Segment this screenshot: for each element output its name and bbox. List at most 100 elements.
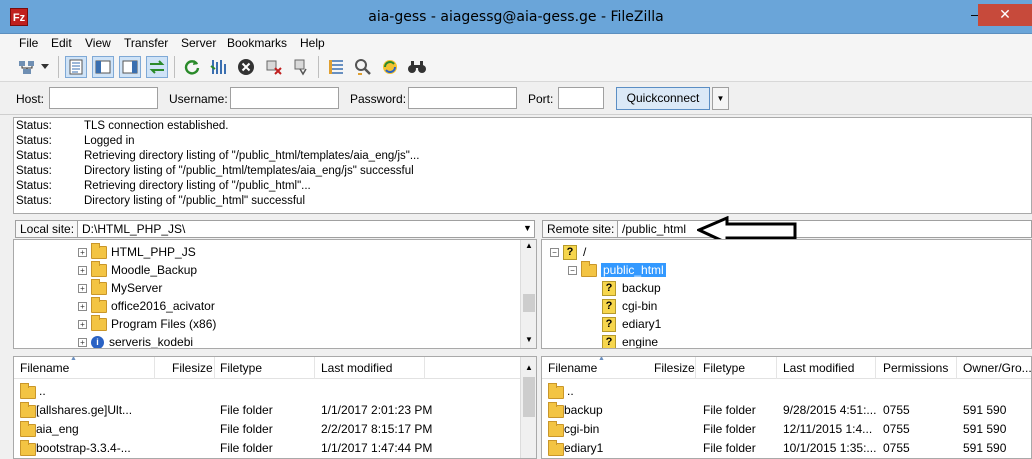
list-item[interactable]: .. xyxy=(542,382,1031,401)
col-permissions[interactable]: Permissions xyxy=(883,361,948,375)
list-item[interactable]: aia_eng File folder 2/2/2017 8:15:17 PM xyxy=(14,420,536,439)
toolbar xyxy=(0,52,1032,82)
quickconnect-button[interactable]: Quickconnect xyxy=(616,87,710,110)
log-status: Status: xyxy=(16,135,52,147)
scroll-thumb[interactable] xyxy=(523,377,535,417)
expand-icon[interactable]: + xyxy=(78,247,87,257)
tree-item[interactable]: ? ediary1 xyxy=(602,315,661,333)
menu-file[interactable]: File xyxy=(19,36,38,50)
directory-filter-icon[interactable] xyxy=(325,56,347,78)
col-last-modified[interactable]: Last modified xyxy=(321,361,392,375)
tree-item[interactable]: + Program Files (x86) xyxy=(78,314,216,333)
sync-browsing-icon[interactable] xyxy=(352,56,374,78)
unknown-folder-icon: ? xyxy=(602,334,616,348)
password-input[interactable] xyxy=(408,87,517,109)
local-path-dropdown-icon[interactable]: ▼ xyxy=(523,223,532,233)
remote-directory-tree[interactable]: −? / − public_html ? backup ? cgi-bin ? ediar… xyxy=(541,239,1032,349)
remote-file-list[interactable]: Filename ▲ Filesize Filetype Last modifi… xyxy=(541,356,1032,459)
local-file-list[interactable]: Filename ▲ Filesize Filetype Last modifi… xyxy=(13,356,537,459)
dropdown-arrow-icon[interactable] xyxy=(38,56,52,78)
collapse-icon[interactable]: − xyxy=(550,247,559,257)
menu-server[interactable]: Server xyxy=(181,36,216,50)
folder-icon xyxy=(548,440,564,456)
folder-icon xyxy=(548,402,564,418)
file-modified: 2/2/2017 8:15:17 PM xyxy=(321,422,433,436)
tree-item[interactable]: + HTML_PHP_JS xyxy=(78,242,196,261)
search-icon[interactable] xyxy=(406,56,428,78)
tree-item[interactable]: + office2016_acivator xyxy=(78,296,215,315)
menu-view[interactable]: View xyxy=(85,36,111,50)
list-item[interactable]: [allshares.ge]Ult... File folder 1/1/2017 … xyxy=(14,401,536,420)
tree-item[interactable]: ? cgi-bin xyxy=(602,297,657,315)
expand-icon[interactable]: + xyxy=(78,265,87,275)
local-tree-scrollbar[interactable]: ▲ ▼ xyxy=(520,240,536,348)
toggle-remote-tree-icon[interactable] xyxy=(119,56,141,78)
username-input[interactable] xyxy=(230,87,339,109)
refresh-icon[interactable] xyxy=(181,56,203,78)
tree-item[interactable]: + Moodle_Backup xyxy=(78,260,198,279)
col-last-modified[interactable]: Last modified xyxy=(783,361,854,375)
tree-item[interactable]: + i serveris_kodebi xyxy=(78,333,193,348)
toggle-log-icon[interactable] xyxy=(65,56,87,78)
expand-icon[interactable]: + xyxy=(78,319,87,329)
log-message: Retrieving directory listing of "/public… xyxy=(84,150,420,162)
tree-item[interactable]: ? engine xyxy=(602,333,659,349)
menu-transfer[interactable]: Transfer xyxy=(124,36,168,50)
scroll-thumb[interactable] xyxy=(523,294,535,312)
sort-asc-icon: ▲ xyxy=(70,356,77,362)
local-directory-tree[interactable]: + HTML_PHP_JS + Moodle_Backup + MyServer + o… xyxy=(13,239,537,349)
list-item[interactable]: bootstrap-3.3.4-... File folder 1/1/2017 1… xyxy=(14,439,536,458)
toggle-queue-icon[interactable] xyxy=(146,56,168,78)
log-status: Status: xyxy=(16,195,52,207)
tree-item-label: MyServer xyxy=(111,281,163,295)
log-status: Status: xyxy=(16,165,52,177)
remote-site-path[interactable]: /public_html xyxy=(617,220,1032,238)
expand-icon[interactable]: + xyxy=(78,337,87,347)
col-filetype[interactable]: Filetype xyxy=(220,361,262,375)
cancel-icon[interactable] xyxy=(235,56,257,78)
file-modified: 1/1/2017 2:01:23 PM xyxy=(321,403,433,417)
port-input[interactable] xyxy=(558,87,604,109)
menu-help[interactable]: Help xyxy=(300,36,325,50)
compare-icon[interactable] xyxy=(379,56,401,78)
local-list-scrollbar[interactable]: ▲ xyxy=(520,357,536,458)
disconnect-icon[interactable] xyxy=(263,56,285,78)
file-modified: 10/1/2015 1:35:... xyxy=(783,441,877,455)
tree-item[interactable]: + MyServer xyxy=(78,278,163,297)
tree-item-label: Moodle_Backup xyxy=(111,263,198,277)
col-owner-group[interactable]: Owner/Gro... xyxy=(963,361,1031,375)
list-item[interactable]: backup File folder 9/28/2015 4:51:... 0755 5… xyxy=(542,401,1031,420)
collapse-icon[interactable]: − xyxy=(568,265,577,275)
menu-bookmarks[interactable]: Bookmarks xyxy=(227,36,287,50)
file-modified: 9/28/2015 4:51:... xyxy=(783,403,877,417)
list-item[interactable]: ediary1 File folder 10/1/2015 1:35:... 0755… xyxy=(542,439,1031,458)
menu-edit[interactable]: Edit xyxy=(51,36,72,50)
list-item[interactable]: cgi-bin File folder 12/11/2015 1:4... 0755 5… xyxy=(542,420,1031,439)
col-filesize[interactable]: Filesize xyxy=(654,361,695,375)
tree-item-label: engine xyxy=(622,335,659,349)
toggle-local-tree-icon[interactable] xyxy=(92,56,114,78)
tree-item[interactable]: − public_html xyxy=(568,260,666,279)
folder-icon xyxy=(91,314,107,331)
host-input[interactable] xyxy=(49,87,158,109)
quickconnect-dropdown-icon[interactable]: ▼ xyxy=(712,87,729,110)
tree-item[interactable]: −? / xyxy=(550,243,586,261)
local-site-path[interactable]: D:\HTML_PHP_JS\ xyxy=(77,220,535,238)
col-filename[interactable]: Filename xyxy=(548,361,597,375)
close-button[interactable]: ✕ xyxy=(978,4,1032,26)
folder-icon xyxy=(91,278,107,295)
list-item[interactable]: .. xyxy=(14,382,536,401)
col-filesize[interactable]: Filesize xyxy=(172,361,213,375)
site-manager-icon[interactable] xyxy=(16,56,38,78)
col-filetype[interactable]: Filetype xyxy=(703,361,745,375)
log-status: Status: xyxy=(16,180,52,192)
sort-asc-icon: ▲ xyxy=(598,356,605,362)
message-log[interactable]: Status: TLS connection established. Statu… xyxy=(13,117,1032,214)
username-label: Username: xyxy=(169,92,228,106)
reconnect-icon[interactable] xyxy=(290,56,312,78)
expand-icon[interactable]: + xyxy=(78,283,87,293)
col-filename[interactable]: Filename xyxy=(20,361,69,375)
expand-icon[interactable]: + xyxy=(78,301,87,311)
tree-item[interactable]: ? backup xyxy=(602,279,661,297)
process-queue-icon[interactable] xyxy=(208,56,230,78)
